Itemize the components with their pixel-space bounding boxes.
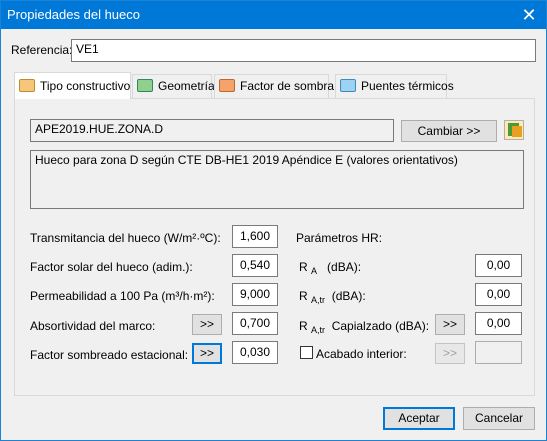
title-bar: Propiedades del hueco ✕	[1, 1, 546, 29]
absortividad-button[interactable]: >>	[192, 314, 222, 335]
transmitancia-label: Transmitancia del hueco (W/m²·ºC):	[30, 231, 221, 245]
tab-geometria[interactable]: Geometría	[132, 74, 215, 98]
ratr-unit: (dBA):	[331, 289, 366, 303]
construction-description: Hueco para zona D según CTE DB-HE1 2019 …	[30, 150, 524, 209]
sombreado-input[interactable]: 0,030	[232, 341, 278, 364]
tab-factor-sombra[interactable]: Factor de sombra	[214, 74, 334, 98]
window-title: Propiedades del hueco	[7, 7, 140, 22]
permeabilidad-label: Permeabilidad a 100 Pa (m³/h·m²):	[30, 289, 215, 303]
acabado-value	[475, 341, 522, 364]
ratr-cap-unit: Capialzado (dBA):	[331, 319, 430, 333]
permeabilidad-input[interactable]: 9,000	[232, 283, 278, 306]
ratr-label: R A,tr (dBA):	[299, 289, 366, 305]
acabado-button: >>	[435, 343, 465, 364]
ratr-cap-symbol: R	[299, 319, 308, 333]
ra-symbol: R	[299, 260, 308, 274]
absortividad-input[interactable]: 0,700	[232, 312, 278, 335]
geometry-icon	[137, 79, 153, 92]
cancelar-button[interactable]: Cancelar	[463, 407, 535, 430]
dialog-window: Propiedades del hueco ✕ Referencia: VE1 …	[0, 0, 547, 441]
ratr-symbol: R	[299, 289, 308, 303]
ra-subscript: A	[311, 266, 318, 276]
tab-label: Geometría	[158, 79, 215, 93]
referencia-input[interactable]: VE1	[71, 39, 536, 62]
ratr-cap-subscript: A,tr	[311, 325, 326, 335]
construction-code-field: APE2019.HUE.ZONA.D	[30, 119, 394, 142]
library-icon[interactable]	[504, 120, 524, 140]
absortividad-label: Absortividad del marco:	[30, 319, 156, 333]
ratr-capialzado-input[interactable]: 0,00	[475, 312, 522, 335]
ra-unit: (dBA):	[327, 260, 362, 274]
transmitancia-value: 1,600	[232, 225, 278, 248]
factor-solar-label: Factor solar del hueco (adim.):	[30, 260, 193, 274]
ratr-capialzado-button[interactable]: >>	[435, 314, 465, 335]
window-icon	[19, 79, 35, 92]
tab-label: Factor de sombra	[240, 79, 335, 93]
tab-panel-tipo-constructivo: APE2019.HUE.ZONA.D Cambiar >> Hueco para…	[14, 98, 535, 396]
tab-label: Tipo constructivo	[40, 79, 131, 93]
ratr-capialzado-label: R A,tr Capialzado (dBA):	[299, 319, 430, 335]
ratr-subscript: A,tr	[311, 295, 326, 305]
close-icon[interactable]: ✕	[512, 1, 546, 29]
acabado-interior-checkbox[interactable]	[300, 346, 313, 359]
parametros-hr-heading: Parámetros HR:	[296, 231, 383, 245]
tab-tipo-constructivo[interactable]: Tipo constructivo	[14, 72, 131, 99]
sombreado-label: Factor sombreado estacional:	[30, 348, 189, 362]
thermal-bridge-icon	[340, 79, 356, 92]
acabado-interior-label: Acabado interior:	[316, 347, 407, 361]
ra-label: R A (dBA):	[299, 260, 362, 276]
ra-input[interactable]: 0,00	[475, 254, 522, 277]
aceptar-button[interactable]: Aceptar	[383, 407, 455, 430]
tab-label: Puentes térmicos	[361, 79, 454, 93]
factor-solar-input[interactable]: 0,540	[232, 254, 278, 277]
shade-icon	[219, 79, 235, 92]
cambiar-button[interactable]: Cambiar >>	[401, 120, 497, 142]
sombreado-button[interactable]: >>	[192, 343, 222, 364]
tab-puentes-termicos[interactable]: Puentes térmicos	[335, 74, 454, 98]
referencia-label: Referencia:	[11, 43, 73, 57]
ratr-input[interactable]: 0,00	[475, 283, 522, 306]
